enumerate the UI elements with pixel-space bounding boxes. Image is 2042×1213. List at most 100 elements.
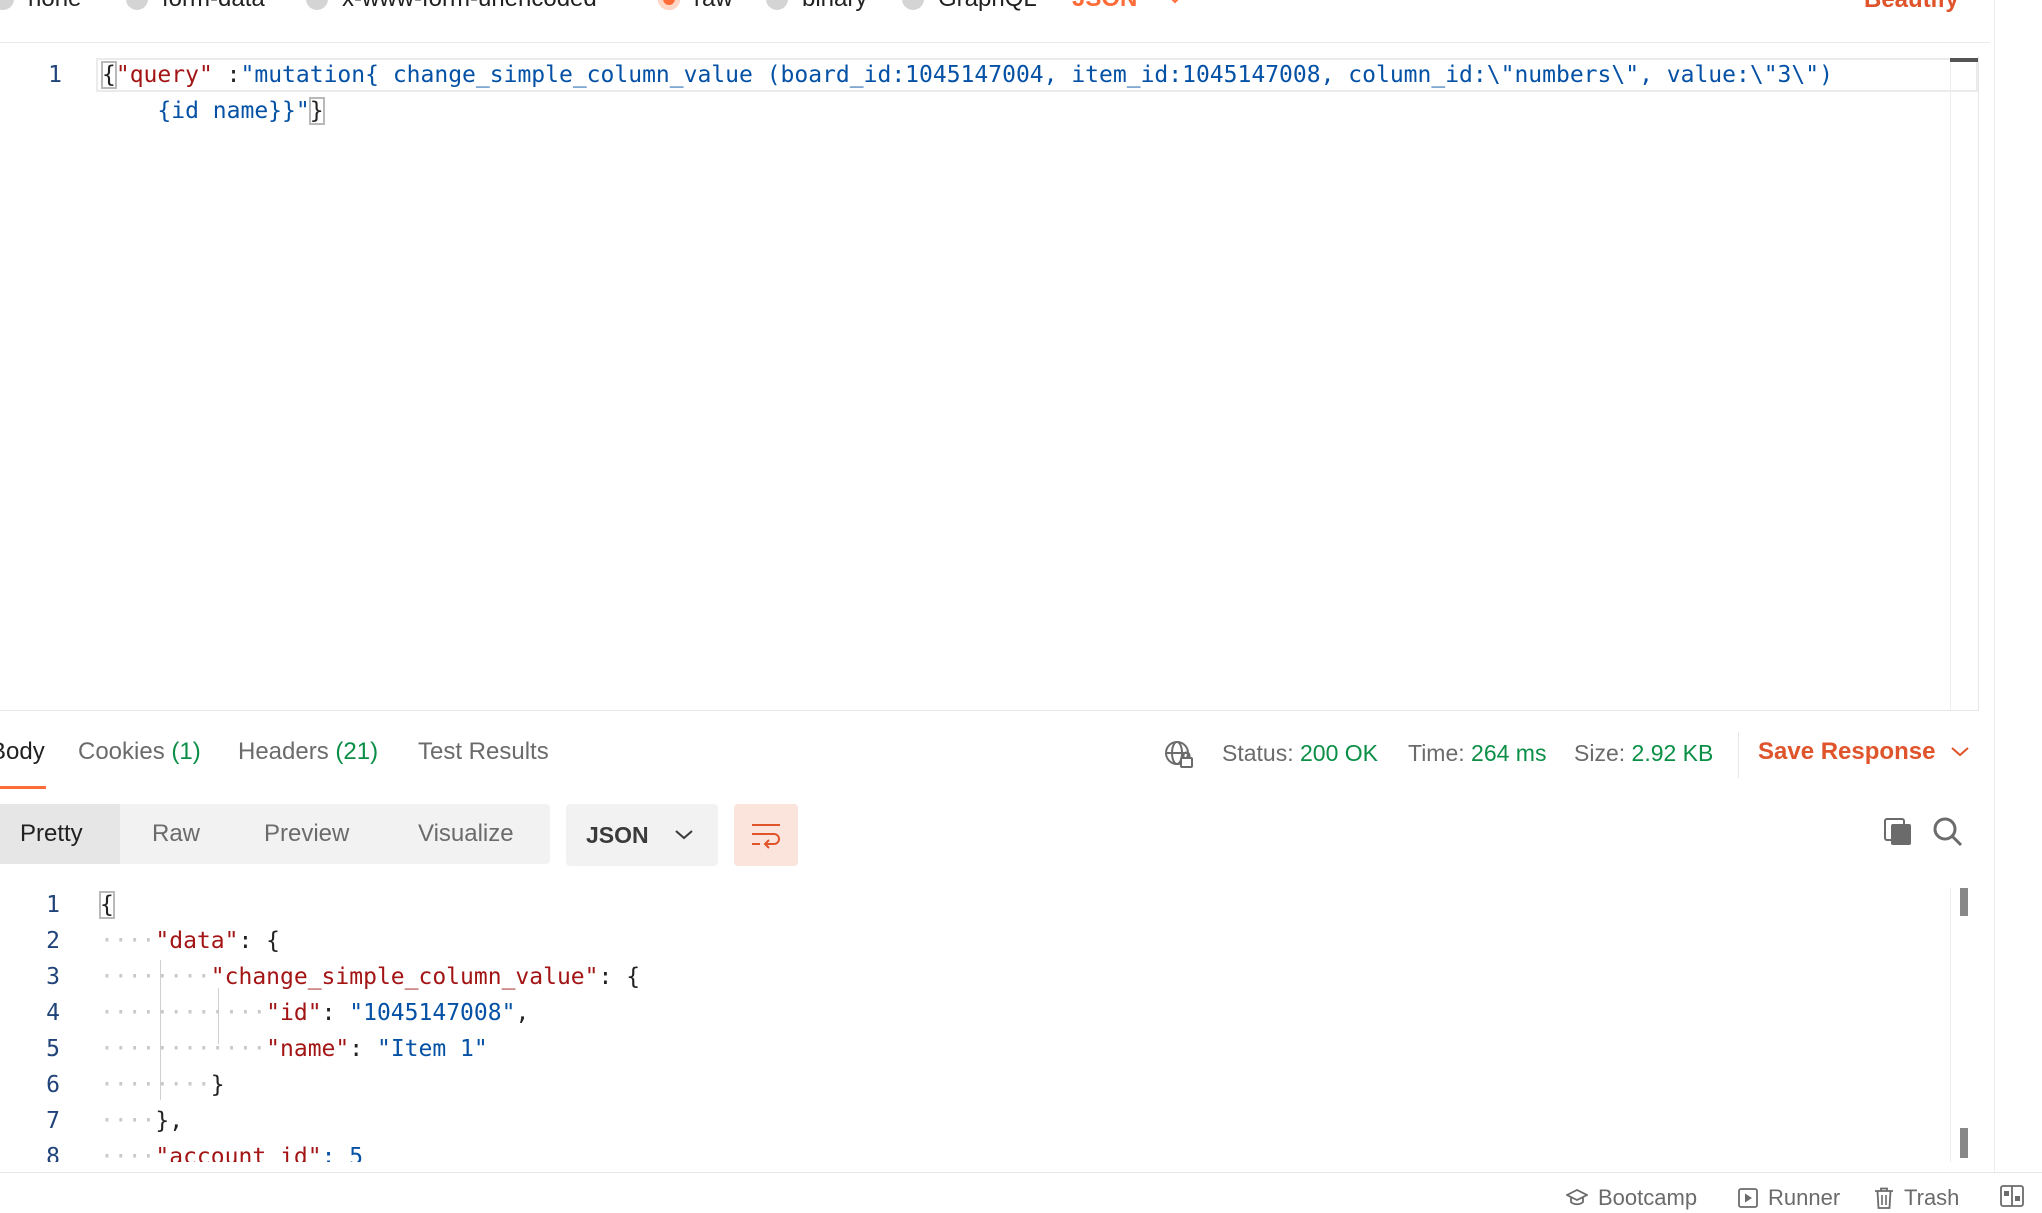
- radio-form-data-dot[interactable]: [126, 0, 148, 10]
- json-key: "change_simple_column_value": [210, 964, 599, 990]
- response-scrollbar-thumb[interactable]: [1960, 888, 1968, 916]
- trash-icon: [1875, 1187, 1893, 1209]
- radio-urlencoded-dot[interactable]: [306, 0, 328, 10]
- json-string: "Item 1": [376, 1036, 488, 1062]
- tab-body[interactable]: Body: [0, 738, 45, 766]
- tab-cookies[interactable]: Cookies (1): [78, 738, 201, 766]
- json-key: "name": [266, 1036, 350, 1062]
- radio-graphql-dot[interactable]: [902, 0, 924, 10]
- time-label: Time:: [1408, 740, 1465, 766]
- line-number: 1: [46, 892, 60, 918]
- tab-test-results[interactable]: Test Results: [418, 738, 549, 766]
- trash-label: Trash: [1904, 1185, 1960, 1210]
- response-scrollbar-marker: [1960, 1128, 1968, 1158]
- radio-binary-dot[interactable]: [766, 0, 788, 10]
- tab-headers-label: Headers: [238, 738, 329, 765]
- globe-lock-icon[interactable]: [1164, 740, 1194, 770]
- json-line: ····"account_id": 5: [100, 1144, 363, 1162]
- json-line: ········}: [100, 1072, 225, 1098]
- copy-icon[interactable]: [1882, 816, 1914, 848]
- line-number: 4: [46, 1000, 60, 1026]
- json-key: "data": [155, 928, 239, 954]
- beautify-button[interactable]: Beautify: [1864, 0, 1959, 13]
- body-type-bar: none form-data x-www-form-urlencoded raw…: [0, 0, 1990, 43]
- request-code-line-1-wrap: {id name}}"}: [102, 97, 325, 125]
- json-punc: :: [321, 1000, 350, 1026]
- save-response-button[interactable]: Save Response: [1758, 738, 1970, 766]
- headers-count: (21): [335, 738, 379, 765]
- json-punc: },: [155, 1108, 184, 1134]
- trash-button[interactable]: Trash: [1874, 1185, 1959, 1211]
- radio-raw-dot[interactable]: [658, 0, 680, 10]
- line-number: 8: [46, 1144, 60, 1162]
- radio-form-data[interactable]: form-data: [126, 0, 265, 12]
- response-scrollbar-track[interactable]: [1950, 888, 1951, 1162]
- radio-binary[interactable]: binary: [766, 0, 867, 12]
- query-key: "query": [115, 62, 213, 88]
- runner-button[interactable]: Runner: [1738, 1185, 1840, 1211]
- active-tab-indicator: [0, 786, 46, 789]
- json-line: {: [99, 891, 115, 919]
- json-punc: : {: [598, 964, 641, 990]
- status-bar: Bootcamp Runner Trash: [0, 1172, 2042, 1213]
- radio-urlencoded[interactable]: x-www-form-urlencoded: [306, 0, 597, 12]
- play-box-icon: [1738, 1188, 1758, 1208]
- view-preview-button[interactable]: Preview: [264, 804, 349, 864]
- radio-graphql[interactable]: GraphQL: [902, 0, 1037, 12]
- response-format-select[interactable]: JSON: [566, 804, 718, 866]
- radio-binary-label: binary: [802, 0, 867, 13]
- search-icon[interactable]: [1932, 816, 1964, 848]
- two-pane-icon: [2000, 1185, 2024, 1207]
- view-raw-button[interactable]: Raw: [152, 804, 200, 864]
- radio-graphql-label: GraphQL: [938, 0, 1037, 13]
- json-line: ····"data": {: [100, 928, 281, 954]
- json-key: "account_id": [155, 1144, 322, 1162]
- radio-none[interactable]: none: [0, 0, 81, 12]
- wrap-lines-button[interactable]: [734, 804, 798, 866]
- divider: [1738, 732, 1739, 778]
- editor-scrollbar-thumb[interactable]: [1950, 58, 1978, 62]
- json-line: ············"id": "1045147008",: [100, 1000, 530, 1026]
- request-body-editor[interactable]: 1 {"query" :"mutation{ change_simple_col…: [0, 56, 1979, 711]
- view-pretty-button[interactable]: Pretty: [0, 804, 120, 864]
- radio-raw[interactable]: raw: [658, 0, 733, 12]
- status-readout: Status: 200 OK: [1222, 740, 1378, 767]
- language-select-label: JSON: [1072, 0, 1137, 13]
- editor-scrollbar-track[interactable]: [1950, 62, 1951, 710]
- two-pane-toggle[interactable]: [2000, 1185, 2024, 1207]
- view-visualize-button[interactable]: Visualize: [418, 804, 514, 864]
- line-number: 6: [46, 1072, 60, 1098]
- language-select[interactable]: JSON: [1072, 0, 1183, 12]
- json-line: ············"name": "Item 1": [100, 1036, 488, 1062]
- radio-none-dot[interactable]: [0, 0, 14, 10]
- tab-headers[interactable]: Headers (21): [238, 738, 378, 766]
- line-number: 5: [46, 1036, 60, 1062]
- json-line: ········"change_simple_column_value": {: [100, 964, 641, 990]
- tab-cookies-label: Cookies: [78, 738, 165, 765]
- colon: :: [212, 62, 241, 88]
- json-string: "1045147008": [349, 1000, 516, 1026]
- close-brace: }: [308, 97, 325, 125]
- query-value: "mutation{ change_simple_column_value (b…: [240, 62, 1833, 88]
- json-line: ····},: [100, 1108, 184, 1134]
- response-body-viewer[interactable]: 1 2 3 4 5 6 7 8 { ····"data": { ········…: [0, 880, 1995, 1162]
- line-number: 3: [46, 964, 60, 990]
- status-value: 200 OK: [1300, 740, 1378, 766]
- radio-form-data-label: form-data: [162, 0, 265, 13]
- graduation-cap-icon: [1566, 1189, 1588, 1206]
- line-number: 7: [46, 1108, 60, 1134]
- json-punc: }: [210, 1072, 225, 1098]
- json-number: : 5: [321, 1144, 364, 1162]
- radio-urlencoded-label: x-www-form-urlencoded: [342, 0, 597, 13]
- chevron-down-icon: [1171, 0, 1179, 4]
- json-key: "id": [266, 1000, 322, 1026]
- bootcamp-button[interactable]: Bootcamp: [1566, 1185, 1697, 1211]
- time-readout: Time: 264 ms: [1408, 740, 1546, 767]
- bootcamp-label: Bootcamp: [1598, 1185, 1698, 1210]
- view-mode-group: Pretty Raw Preview Visualize: [0, 804, 550, 864]
- save-response-label: Save Response: [1758, 738, 1936, 765]
- json-punc: :: [349, 1036, 377, 1062]
- response-format-label: JSON: [586, 821, 649, 848]
- size-readout: Size: 2.92 KB: [1574, 740, 1713, 767]
- runner-label: Runner: [1768, 1185, 1841, 1210]
